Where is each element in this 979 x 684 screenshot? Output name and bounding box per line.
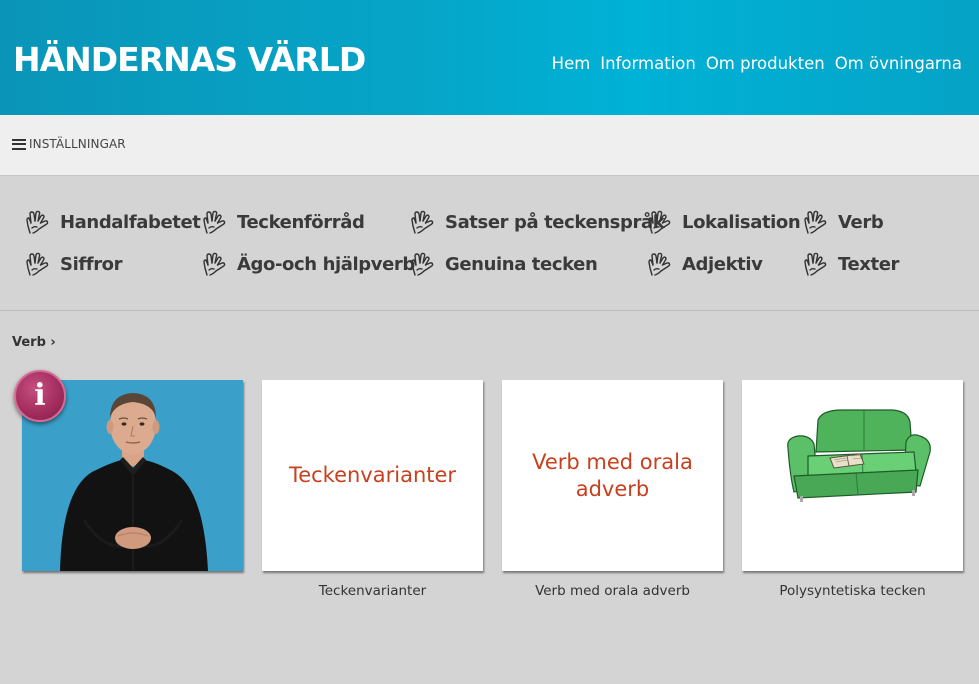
card-caption[interactable]: Verb med orala adverb (502, 583, 723, 599)
hand-sign-icon (409, 208, 437, 236)
category-label: Ägo-och hjälpverb (237, 253, 415, 275)
category-teckenforrad[interactable]: Teckenförråd (201, 208, 365, 236)
category-label: Handalfabetet (60, 211, 201, 233)
card-caption[interactable]: Teckenvarianter (262, 583, 483, 599)
site-title[interactable]: HÄNDERNAS VÄRLD (13, 40, 366, 79)
category-satser[interactable]: Satser på teckenspråk (409, 208, 665, 236)
hand-sign-icon (24, 208, 52, 236)
card-caption[interactable]: Polysyntetiska tecken (742, 583, 963, 599)
green-sofa-image (742, 380, 963, 571)
settings-label: INSTÄLLNINGAR (29, 137, 126, 151)
card-teckenvarianter[interactable]: Teckenvarianter (262, 380, 483, 571)
category-label: Satser på teckenspråk (445, 211, 665, 233)
hamburger-menu-icon (12, 138, 26, 150)
category-texter[interactable]: Texter (802, 250, 899, 278)
card-polysyntetiska-tecken[interactable] (742, 380, 963, 571)
hand-sign-icon (201, 208, 229, 236)
hand-sign-icon (409, 250, 437, 278)
hand-sign-icon (24, 250, 52, 278)
main-nav: Hem Information Om produkten Om övningar… (552, 54, 962, 73)
category-handalfabetet[interactable]: Handalfabetet (24, 208, 201, 236)
category-label: Lokalisation (682, 211, 801, 233)
category-label: Texter (838, 253, 899, 275)
category-ago-hjalpverb[interactable]: Ägo-och hjälpverb (201, 250, 415, 278)
card-title: Verb med orala adverb (532, 449, 693, 501)
category-label: Adjektiv (682, 253, 763, 275)
hand-sign-icon (646, 250, 674, 278)
category-verb[interactable]: Verb (802, 208, 884, 236)
category-adjektiv[interactable]: Adjektiv (646, 250, 763, 278)
settings-bar: INSTÄLLNINGAR (0, 115, 979, 176)
category-lokalisation[interactable]: Lokalisation (646, 208, 801, 236)
info-icon: i (34, 378, 46, 413)
hand-sign-icon (201, 250, 229, 278)
nav-om-produkten[interactable]: Om produkten (706, 54, 825, 73)
category-label: Verb (838, 211, 884, 233)
nav-information[interactable]: Information (600, 54, 696, 73)
hand-sign-icon (646, 208, 674, 236)
category-label: Siffror (60, 253, 123, 275)
site-header: HÄNDERNAS VÄRLD Hem Information Om produ… (0, 0, 979, 115)
card-verb-med-orala-adverb[interactable]: Verb med orala adverb (502, 380, 723, 571)
info-button[interactable]: i (14, 370, 66, 422)
breadcrumb[interactable]: Verb › (12, 335, 56, 350)
nav-hem[interactable]: Hem (552, 54, 591, 73)
settings-button[interactable]: INSTÄLLNINGAR (12, 137, 126, 151)
category-siffror[interactable]: Siffror (24, 250, 123, 278)
hand-sign-icon (802, 208, 830, 236)
category-genuina-tecken[interactable]: Genuina tecken (409, 250, 598, 278)
category-menu: Handalfabetet Teckenförråd Satser på tec… (0, 176, 979, 311)
card-title: Teckenvarianter (288, 463, 457, 487)
category-label: Teckenförråd (237, 211, 365, 233)
nav-om-ovningarna[interactable]: Om övningarna (835, 54, 962, 73)
hand-sign-icon (802, 250, 830, 278)
category-label: Genuina tecken (445, 253, 598, 275)
